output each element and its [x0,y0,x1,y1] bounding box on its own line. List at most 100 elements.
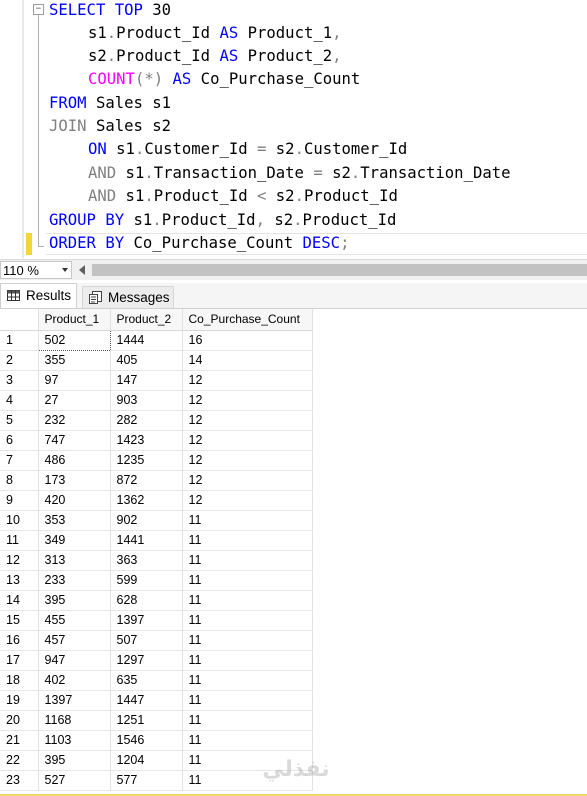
table-row[interactable]: 2 355 405 14 [0,350,313,371]
scroll-left-arrow-icon[interactable] [79,265,85,275]
tab-results[interactable]: Results [0,283,77,308]
tab-messages[interactable]: Messages [82,286,174,308]
table-cell[interactable]: 282 [110,410,183,431]
table-cell[interactable]: 27 [38,390,111,411]
table-cell[interactable]: 599 [110,570,183,591]
table-row[interactable]: 7 486 1235 12 [0,450,313,471]
table-cell[interactable]: 1397 [110,610,183,631]
table-cell[interactable]: 12 [182,450,313,471]
table-cell[interactable]: 527 [38,770,111,791]
corner-cell[interactable] [0,309,39,331]
table-cell[interactable]: 11 [182,710,313,731]
column-header[interactable]: Co_Purchase_Count [182,309,313,331]
table-cell[interactable]: 12 [182,490,313,511]
table-cell[interactable]: 11 [182,570,313,591]
row-number-cell[interactable]: 20 [0,710,39,731]
row-number-cell[interactable]: 12 [0,550,39,571]
table-cell[interactable]: 1362 [110,490,183,511]
table-cell[interactable]: 363 [110,550,183,571]
table-cell[interactable]: 11 [182,510,313,531]
row-number-cell[interactable]: 14 [0,590,39,611]
table-cell[interactable]: 353 [38,510,111,531]
table-row[interactable]: 3 97 147 12 [0,370,313,391]
table-row[interactable]: 4 27 903 12 [0,390,313,411]
table-row[interactable]: 14 395 628 11 [0,590,313,611]
table-cell[interactable]: 349 [38,530,111,551]
table-cell[interactable]: 147 [110,370,183,391]
table-cell[interactable]: 455 [38,610,111,631]
table-row[interactable]: 9 420 1362 12 [0,490,313,511]
table-cell[interactable]: 11 [182,590,313,611]
row-number-cell[interactable]: 4 [0,390,39,411]
table-row[interactable]: 6 747 1423 12 [0,430,313,451]
row-number-cell[interactable]: 10 [0,510,39,531]
results-grid[interactable]: Product_1 Product_2 Co_Purchase_Count 15… [0,309,587,796]
table-cell[interactable]: 405 [110,350,183,371]
table-cell[interactable]: 395 [38,750,111,771]
table-cell[interactable]: 232 [38,410,111,431]
table-cell[interactable]: 502 [37,330,111,351]
table-row[interactable]: 11 349 1441 11 [0,530,313,551]
table-cell[interactable]: 11 [182,690,313,711]
row-number-cell[interactable]: 23 [0,770,39,791]
row-number-cell[interactable]: 1 [0,330,39,351]
table-cell[interactable]: 1546 [110,730,183,751]
table-cell[interactable]: 313 [38,550,111,571]
table-row[interactable]: 10 353 902 11 [0,510,313,531]
table-cell[interactable]: 1441 [110,530,183,551]
table-cell[interactable]: 16 [182,330,313,351]
horizontal-scrollbar[interactable] [92,264,587,276]
row-number-cell[interactable]: 17 [0,650,39,671]
table-cell[interactable]: 1235 [110,450,183,471]
table-cell[interactable]: 173 [38,470,111,491]
table-cell[interactable]: 903 [110,390,183,411]
row-number-cell[interactable]: 22 [0,750,39,771]
row-number-cell[interactable]: 16 [0,630,39,651]
row-number-cell[interactable]: 19 [0,690,39,711]
table-row[interactable]: 20 1168 1251 11 [0,710,313,731]
table-cell[interactable]: 97 [38,370,111,391]
table-row[interactable]: 8 173 872 12 [0,470,313,491]
row-number-cell[interactable]: 5 [0,410,39,431]
row-number-cell[interactable]: 7 [0,450,39,471]
table-cell[interactable]: 457 [38,630,111,651]
row-number-cell[interactable]: 2 [0,350,39,371]
table-cell[interactable]: 507 [110,630,183,651]
table-cell[interactable]: 11 [182,610,313,631]
table-row[interactable]: 18 402 635 11 [0,670,313,691]
table-cell[interactable]: 747 [38,430,111,451]
row-number-cell[interactable]: 21 [0,730,39,751]
table-cell[interactable]: 628 [110,590,183,611]
row-number-cell[interactable]: 18 [0,670,39,691]
table-cell[interactable]: 1168 [38,710,111,731]
table-cell[interactable]: 395 [38,590,111,611]
table-cell[interactable]: 14 [182,350,313,371]
table-row[interactable]: 19 1397 1447 11 [0,690,313,711]
table-cell[interactable]: 1444 [110,330,183,351]
table-cell[interactable]: 11 [182,530,313,551]
table-cell[interactable]: 1251 [110,710,183,731]
row-number-cell[interactable]: 6 [0,430,39,451]
table-cell[interactable]: 872 [110,470,183,491]
table-row[interactable]: 12 313 363 11 [0,550,313,571]
table-cell[interactable]: 233 [38,570,111,591]
table-row[interactable]: 13 233 599 11 [0,570,313,591]
table-cell[interactable]: 11 [182,630,313,651]
table-cell[interactable]: 420 [38,490,111,511]
column-header[interactable]: Product_1 [38,309,111,331]
table-row[interactable]: 16 457 507 11 [0,630,313,651]
table-cell[interactable]: 947 [38,650,111,671]
table-cell[interactable]: 12 [182,370,313,391]
table-row[interactable]: 15 455 1397 11 [0,610,313,631]
row-number-cell[interactable]: 11 [0,530,39,551]
table-cell[interactable]: 1204 [110,750,183,771]
row-number-cell[interactable]: 9 [0,490,39,511]
row-number-cell[interactable]: 15 [0,610,39,631]
table-row[interactable]: 17 947 1297 11 [0,650,313,671]
column-header[interactable]: Product_2 [110,309,183,331]
table-cell[interactable]: 402 [38,670,111,691]
row-number-cell[interactable]: 13 [0,570,39,591]
table-cell[interactable]: 11 [182,650,313,671]
table-row[interactable]: 21 1103 1546 11 [0,730,313,751]
table-cell[interactable]: 1423 [110,430,183,451]
